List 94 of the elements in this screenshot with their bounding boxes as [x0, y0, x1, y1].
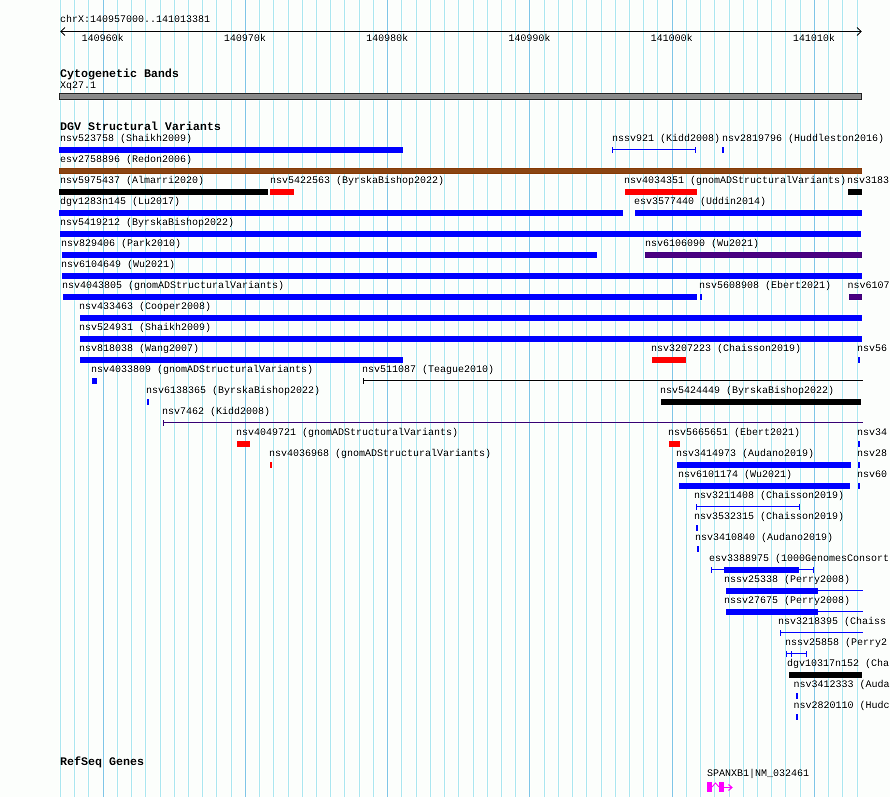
gene-model-drawing[interactable] — [706, 782, 733, 792]
variant-label: nssv25338 (Perry2008) — [724, 575, 850, 587]
variant-label: nssv27675 (Perry2008) — [724, 596, 850, 608]
variant-label: nsv60 — [857, 470, 888, 482]
variant-label: dgv10317n152 (Cha — [787, 659, 890, 671]
variant-label: nsv6101174 (Wu2021) — [678, 470, 792, 482]
variant-label: nsv34 — [857, 428, 888, 440]
variant-bar[interactable] — [92, 378, 97, 384]
variant-label: nsv5975437 (Almarri2020) — [60, 176, 204, 188]
variant-label: nsv511087 (Teague2010) — [362, 365, 494, 377]
variant-label: nsv3412333 (Auda — [793, 680, 890, 692]
variant-label: nssv25858 (Perry2 — [785, 638, 888, 650]
variant-label: nsv28 — [857, 449, 888, 461]
variant-bar[interactable] — [849, 294, 862, 300]
variant-label: nsv524931 (Shaikh2009) — [79, 323, 212, 335]
variant-label: nsv523758 (Shaikh2009) — [60, 134, 192, 146]
variant-span[interactable] — [612, 147, 696, 153]
variant-span[interactable] — [696, 504, 800, 510]
variant-bar[interactable] — [80, 357, 403, 363]
variant-label: nsv4033809 (gnomADStructuralVariants) — [91, 365, 314, 377]
variant-label: nsv829406 (Park2010) — [61, 239, 182, 251]
gene-label: SPANXB1|NM_032461 — [707, 769, 810, 781]
chromosome-band[interactable] — [59, 93, 862, 100]
variant-bar[interactable] — [677, 462, 851, 468]
tick-label: 140970k — [224, 34, 266, 46]
variant-bar[interactable] — [59, 168, 862, 174]
tick-label: 141000k — [650, 34, 693, 46]
variant-label: nsv6104649 (Wu2021) — [61, 260, 176, 272]
variant-label: nssv921 (Kidd2008) — [612, 134, 720, 146]
tick-label: 140990k — [508, 34, 550, 46]
tick-label: 141010k — [792, 34, 835, 46]
variant-label: nsv6106090 (Wu2021) — [645, 239, 760, 251]
variant-bar[interactable] — [59, 147, 403, 153]
variant-label: nsv3211408 (Chaisson2019) — [694, 491, 844, 503]
variant-label: esv2758896 (Redon2006) — [60, 155, 192, 167]
variant-label: nsv6138365 (ByrskaBishop2022) — [146, 386, 320, 398]
variant-bar[interactable] — [848, 189, 862, 195]
variant-bar[interactable] — [62, 273, 862, 279]
tick-label: 140960k — [82, 34, 124, 46]
variant-bar[interactable] — [645, 252, 862, 258]
variant-label: nsv3532315 (Chaisson2019) — [694, 512, 844, 524]
variant-bar[interactable] — [60, 231, 861, 237]
track-title: RefSeq Genes — [60, 756, 144, 769]
variant-label: nsv2819796 (Huddleston2016) — [722, 134, 884, 146]
variant-label: nsv5419212 (ByrskaBishop2022) — [60, 218, 234, 230]
variant-bar[interactable] — [625, 189, 697, 195]
variant-span[interactable] — [780, 630, 863, 636]
track-title: Cytogenetic Bands — [60, 67, 179, 81]
variant-span[interactable] — [163, 420, 863, 426]
variant-span[interactable] — [786, 651, 807, 657]
variant-span[interactable] — [726, 609, 863, 615]
variant-label: nsv4043805 (gnomADStructuralVariants) — [62, 281, 284, 293]
variant-span[interactable] — [726, 588, 863, 594]
variant-label: nsv3218395 (Chaiss — [778, 617, 886, 629]
variant-bar[interactable] — [669, 441, 680, 447]
band-label: Xq27.1 — [60, 81, 96, 93]
variant-label: nsv56 — [857, 344, 888, 356]
variant-bar[interactable] — [63, 294, 697, 300]
variant-bar[interactable] — [59, 210, 623, 216]
region-label: chrX:140957000..141013381 — [60, 15, 210, 27]
track-title: DGV Structural Variants — [60, 121, 221, 134]
variant-bar[interactable] — [80, 315, 862, 321]
variant-bar[interactable] — [62, 252, 597, 258]
variant-label: nsv4036968 (gnomADStructuralVariants) — [269, 449, 492, 461]
variant-label: nsv818038 (Wang2007) — [79, 344, 200, 356]
variant-label: nsv3207223 (Chaisson2019) — [651, 344, 802, 356]
variant-label: nsv4049721 (gnomADStructuralVariants) — [236, 428, 458, 440]
variant-label: nsv7462 (Kidd2008) — [162, 407, 270, 419]
variant-span[interactable] — [711, 567, 814, 573]
variant-bar[interactable] — [635, 210, 862, 216]
variant-bar[interactable] — [270, 189, 294, 195]
variant-label: nsv3183 — [847, 176, 890, 188]
variant-bar[interactable] — [652, 357, 686, 363]
variant-label: nsv4034351 (gnomADStructuralVariants) — [624, 176, 846, 188]
variant-label: nsv3410840 (Audano2019) — [695, 533, 834, 545]
variant-bar[interactable] — [80, 336, 862, 342]
variant-label: nsv5422563 (ByrskaBishop2022) — [270, 176, 444, 188]
variant-bar[interactable] — [237, 441, 250, 447]
variant-bar[interactable] — [661, 399, 861, 405]
variant-bar[interactable] — [59, 189, 268, 195]
variant-label: nsv2820110 (Hudc — [793, 701, 890, 713]
variant-label: nsv5424449 (ByrskaBishop2022) — [660, 386, 834, 398]
variant-bar[interactable] — [789, 672, 862, 678]
variant-label: nsv6107 — [847, 281, 890, 293]
variant-label: nsv3414973 (Audano2019) — [676, 449, 814, 461]
variant-label: nsv433463 (Cooper2008) — [79, 302, 212, 314]
variant-span[interactable] — [363, 378, 863, 384]
variant-label: nsv5665651 (Ebert2021) — [668, 428, 800, 440]
variant-label: esv3388975 (1000GenomesConsort — [709, 554, 890, 566]
variant-label: esv3577440 (Uddin2014) — [634, 197, 766, 209]
tick-label: 140980k — [366, 34, 408, 46]
variant-label: nsv5608908 (Ebert2021) — [699, 281, 832, 293]
variant-label: dgv1283n145 (Lu2017) — [60, 197, 180, 209]
variant-bar[interactable] — [679, 483, 850, 489]
